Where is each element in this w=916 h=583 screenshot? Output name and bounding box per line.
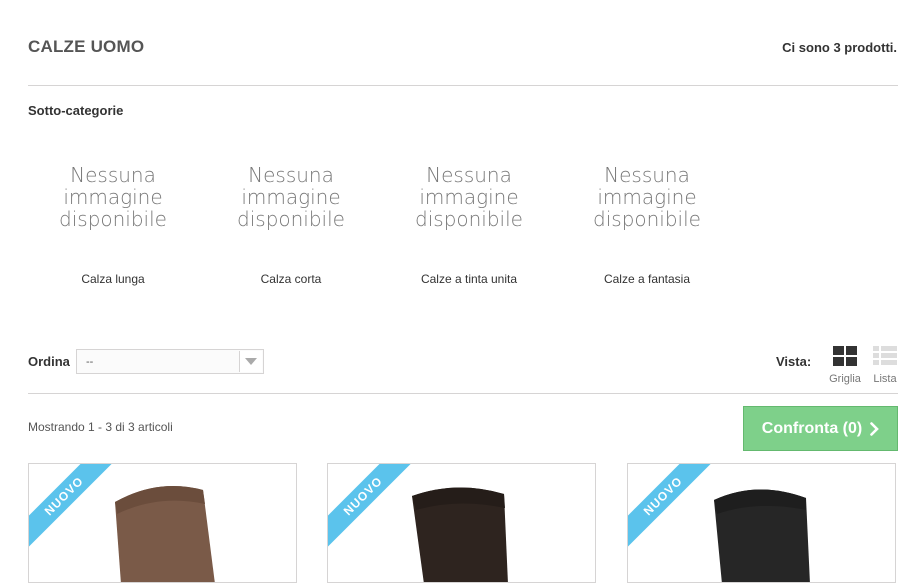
sort-value: -- (86, 356, 94, 368)
product-card[interactable]: NUOVO (327, 463, 596, 583)
compare-label: Confronta (0) (761, 419, 863, 437)
list-icon (873, 346, 897, 365)
sort-select[interactable]: -- (76, 349, 264, 374)
page-title: CALZE UOMO (28, 37, 145, 56)
no-image-placeholder[interactable]: Nessuna immagine disponibile (557, 164, 737, 230)
view-grid-button[interactable]: Griglia (825, 346, 865, 385)
subcategory-link[interactable]: Calza lunga (23, 272, 203, 286)
grid-icon (833, 346, 857, 366)
subcategory-item-calze-fantasia[interactable]: Nessuna immagine disponibile Calze a fan… (557, 164, 737, 286)
no-image-placeholder[interactable]: Nessuna immagine disponibile (201, 164, 381, 230)
subcategory-item-calze-tinta-unita[interactable]: Nessuna immagine disponibile Calze a tin… (379, 164, 559, 286)
subcategory-link[interactable]: Calze a tinta unita (379, 272, 559, 286)
divider (28, 85, 898, 86)
view-label: Vista: (776, 354, 812, 369)
subcategories-heading: Sotto-categorie (28, 103, 124, 118)
subcategory-link[interactable]: Calza corta (201, 272, 381, 286)
grid-label: Griglia (829, 373, 861, 385)
results-summary: Mostrando 1 - 3 di 3 articoli (28, 420, 173, 434)
product-image[interactable] (103, 474, 223, 583)
divider (28, 393, 898, 394)
product-count: Ci sono 3 prodotti. (782, 40, 897, 55)
no-image-placeholder[interactable]: Nessuna immagine disponibile (379, 164, 559, 230)
no-image-placeholder[interactable]: Nessuna immagine disponibile (23, 164, 203, 230)
chevron-right-icon (870, 421, 880, 436)
chevron-down-icon[interactable] (239, 351, 262, 372)
compare-button[interactable]: Confronta (0) (743, 406, 898, 451)
subcategory-link[interactable]: Calze a fantasia (557, 272, 737, 286)
subcategory-item-calza-corta[interactable]: Nessuna immagine disponibile Calza corta (201, 164, 381, 286)
product-image[interactable] (702, 474, 822, 583)
product-image[interactable] (402, 474, 522, 583)
product-card[interactable]: NUOVO (28, 463, 297, 583)
sort-label: Ordina (28, 354, 70, 369)
product-card[interactable]: NUOVO (627, 463, 896, 583)
subcategory-item-calza-lunga[interactable]: Nessuna immagine disponibile Calza lunga (23, 164, 203, 286)
view-list-button[interactable]: Lista (865, 346, 905, 385)
list-label: Lista (873, 373, 897, 385)
